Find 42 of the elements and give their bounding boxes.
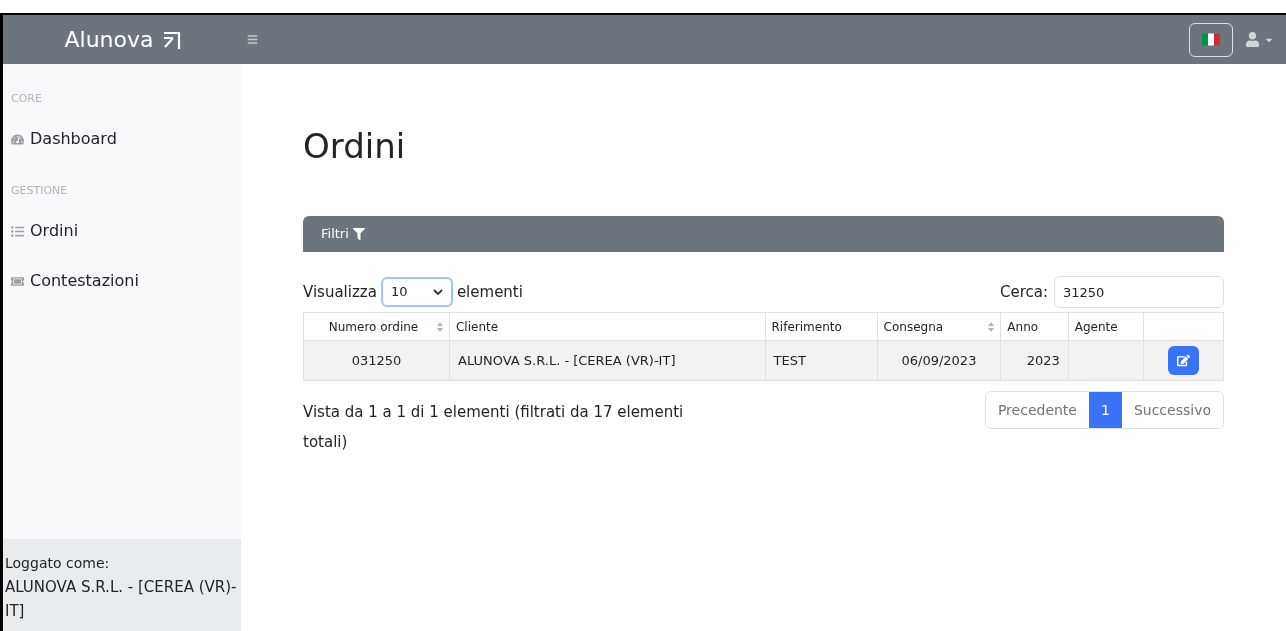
column-header[interactable]: Numero ordine <box>303 312 450 341</box>
list-icon <box>11 224 24 238</box>
column-header: Anno <box>1000 312 1069 341</box>
table-cell: ALUNOVA S.R.L. - [CEREA (VR)-IT] <box>449 340 766 381</box>
table-info-text: Vista da 1 a 1 di 1 elementi (filtrati da 17 elementi totali) <box>303 402 685 453</box>
menu-toggle-icon[interactable] <box>247 34 258 45</box>
chevron-down-icon <box>432 288 443 296</box>
table-cell: 2023 <box>1000 340 1069 381</box>
page-title: Ordini <box>303 126 407 166</box>
sidebar-item[interactable]: Ordini <box>3 206 241 256</box>
length-label: Visualizza <box>303 281 377 303</box>
filters-header[interactable]: Filtri <box>303 216 1224 252</box>
table-cell: 06/09/2023 <box>877 340 1001 381</box>
sidebar-heading: CORE <box>10 90 43 107</box>
sidebar-heading: GESTIONE <box>10 182 69 199</box>
column-header: Agente <box>1068 312 1144 341</box>
sidebar-item[interactable]: Contestazioni <box>3 256 241 306</box>
arrow-logo-icon <box>161 29 182 50</box>
table-cell: 031250 <box>303 340 450 381</box>
sort-icon <box>988 320 995 333</box>
length-label: elementi <box>456 281 523 303</box>
user-icon <box>1245 32 1260 47</box>
search-field[interactable]: 31250 <box>1054 276 1224 308</box>
logged-as-label: Loggato come: <box>5 554 111 573</box>
table-cell: TEST <box>765 340 878 381</box>
column-header: Cliente <box>449 312 766 341</box>
edit-icon <box>1177 354 1190 367</box>
column-header: Riferimento <box>765 312 878 341</box>
column-header[interactable]: Consegna <box>877 312 1001 341</box>
brand-logo-text[interactable]: Alunova <box>64 23 154 56</box>
ticket-icon <box>11 274 24 288</box>
flag-icon <box>1202 33 1220 46</box>
search-label: Cerca: <box>999 281 1048 303</box>
sort-icon <box>437 320 443 333</box>
filter-icon <box>352 228 365 240</box>
edit-button[interactable] <box>1168 346 1199 375</box>
gauge-icon <box>11 132 24 146</box>
language-button[interactable] <box>1189 22 1233 57</box>
logged-user-name: ALUNOVA S.R.L. - [CEREA (VR)-IT] <box>5 577 238 622</box>
sidebar-item[interactable]: Dashboard <box>3 114 241 164</box>
length-select[interactable]: 10 <box>380 277 453 307</box>
page-button[interactable]: 1 <box>1088 392 1122 428</box>
